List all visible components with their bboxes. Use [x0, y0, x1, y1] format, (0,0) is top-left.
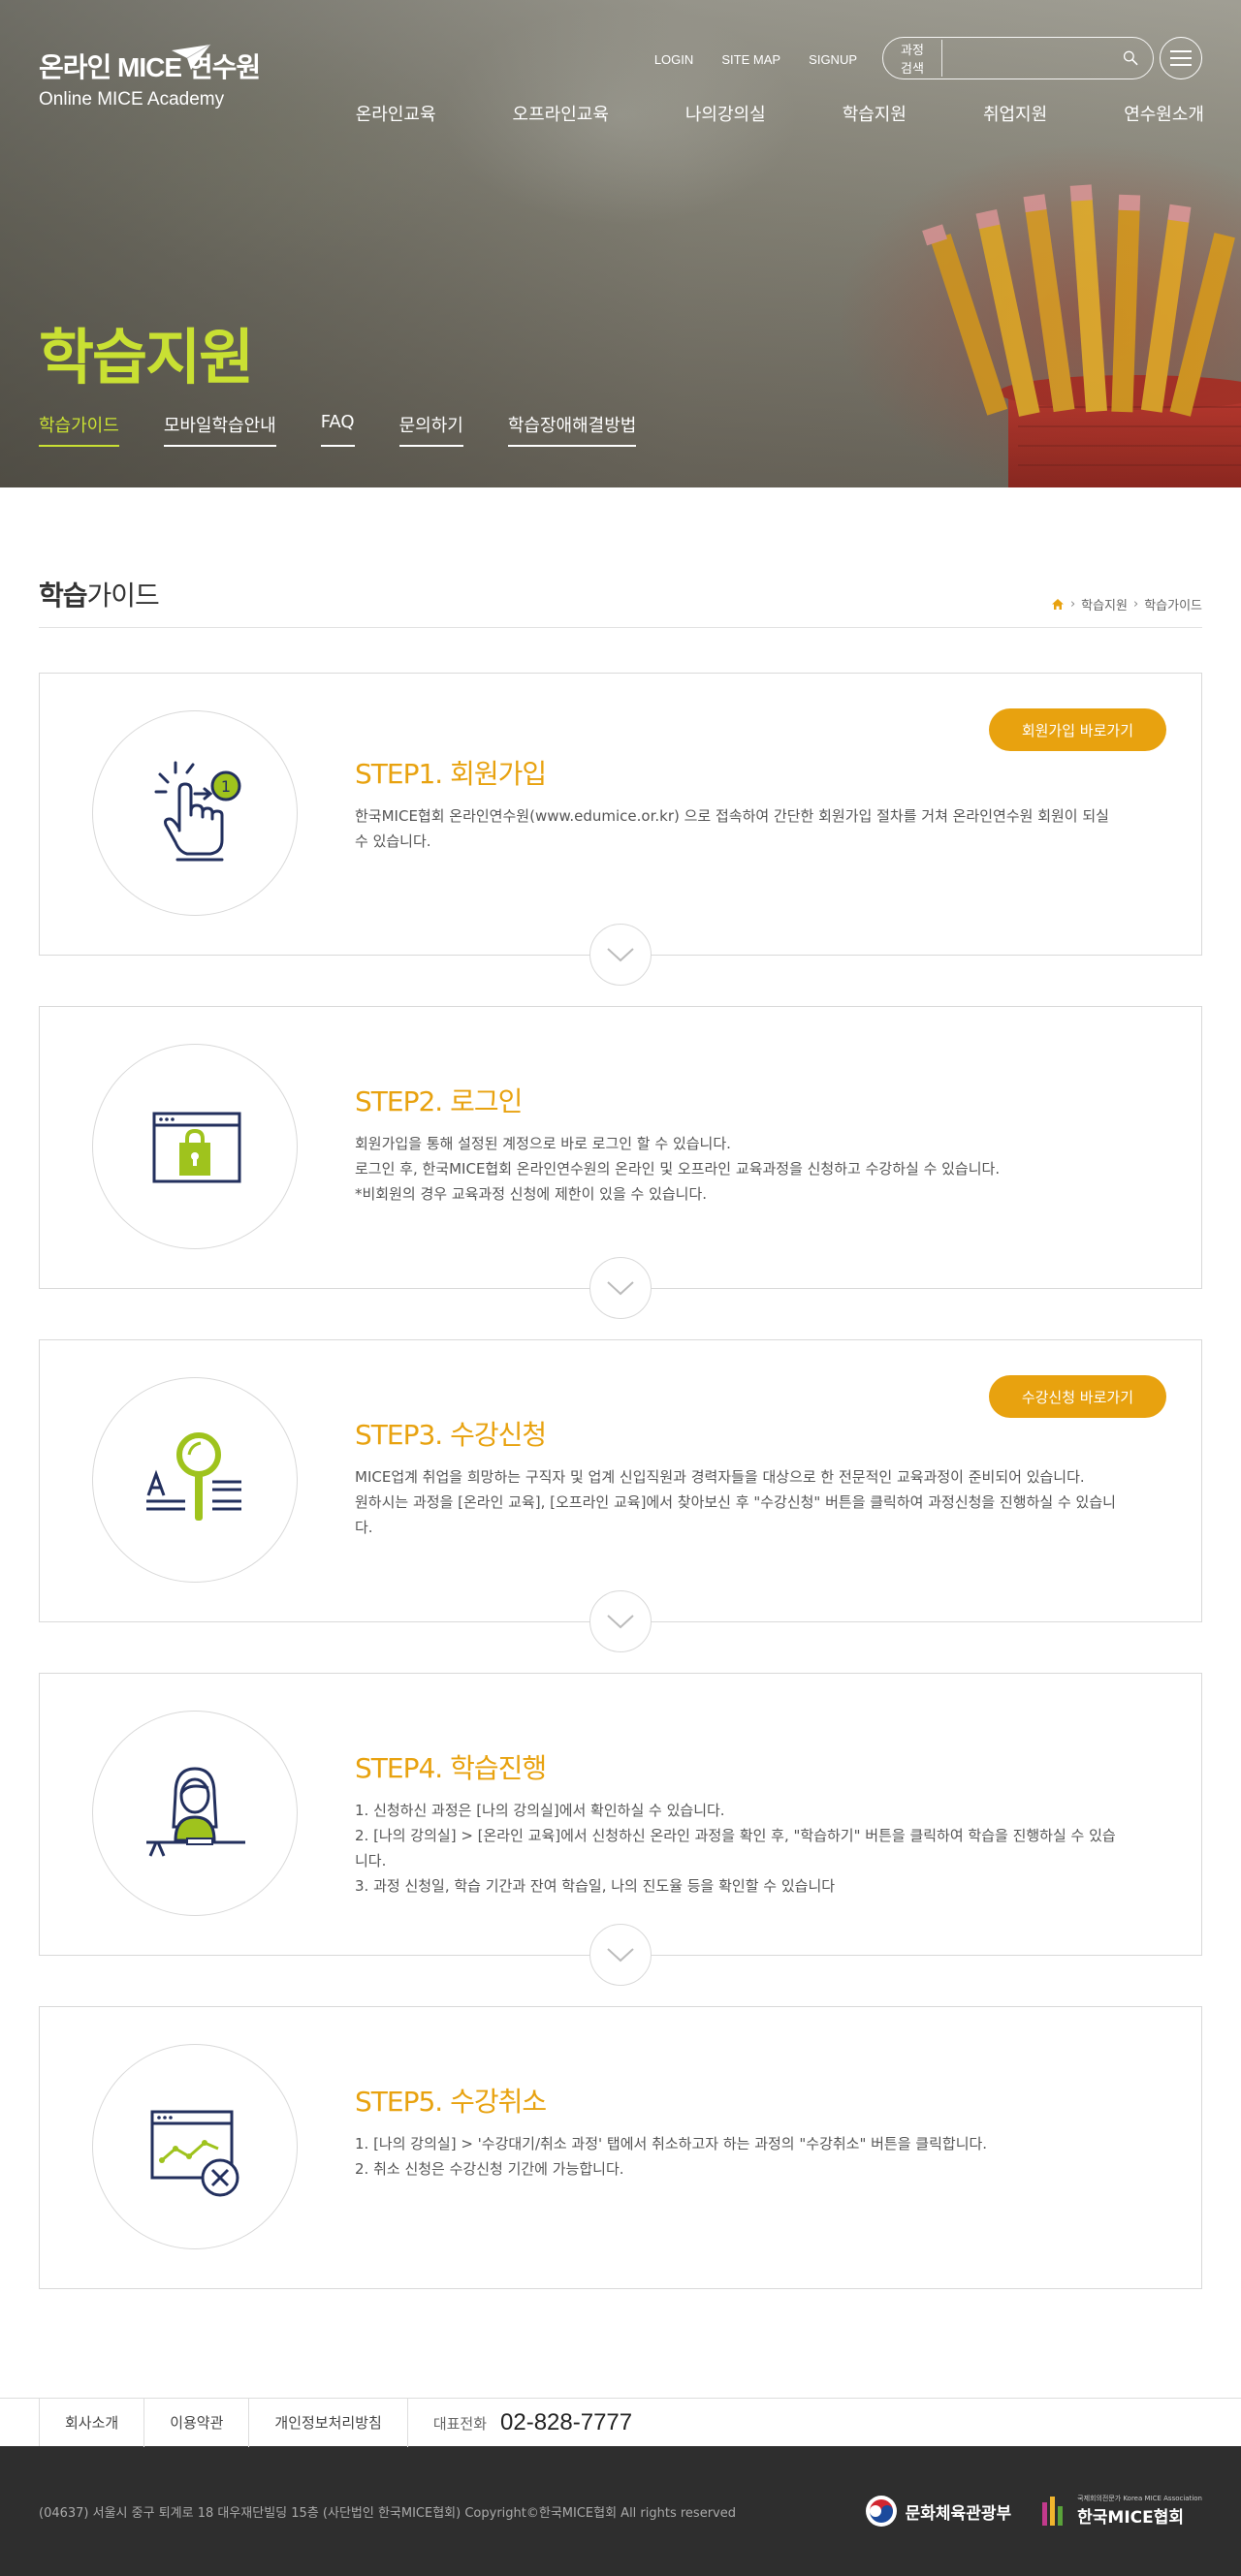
lock-window-icon: [152, 1112, 241, 1183]
chevron-down-icon: [589, 1257, 652, 1319]
step-title: STEP1. 회원가입: [355, 758, 547, 790]
step-title: STEP5. 수강취소: [355, 2086, 547, 2118]
breadcrumb-learning-support[interactable]: 학습지원: [1081, 595, 1128, 613]
touch-icon: 1: [154, 761, 241, 862]
sub-navigation-tabs: 학습가이드 모바일학습안내 FAQ 문의하기 학습장애해결방법: [39, 412, 681, 447]
step-card-3: 수강신청 바로가기 STEP3. 수강신청 MICE업계 취업을 희망하는 구직…: [39, 1339, 1202, 1652]
step-card-5: STEP5. 수강취소 1. [나의 강의실] > '수강대기/취소 과정' 탭…: [39, 2006, 1202, 2289]
step-title: STEP3. 수강신청: [355, 1419, 547, 1451]
taegeuk-icon: [865, 2496, 897, 2527]
footer-links-bar: 회사소개 이용약관 개인정보처리방침 대표전화 02-828-7777: [0, 2398, 1241, 2447]
step-title: STEP4. 학습진행: [355, 1752, 547, 1784]
course-search-input[interactable]: [942, 50, 1124, 66]
magnifier-text-icon: [146, 1432, 241, 1521]
phone-label: 대표전화: [432, 2414, 488, 2433]
tab-troubleshooting[interactable]: 학습장애해결방법: [507, 412, 637, 447]
step-text: STEP5. 수강취소 1. [나의 강의실] > '수강대기/취소 과정' 탭…: [355, 2081, 1124, 2182]
step-description: 1. [나의 강의실] > '수강대기/취소 과정' 탭에서 취소하고자 하는 …: [355, 2135, 988, 2178]
step-text: STEP3. 수강신청 MICE업계 취업을 희망하는 구직자 및 업계 신입직…: [355, 1414, 1124, 1540]
footer-link-terms[interactable]: 이용약관: [144, 2399, 250, 2447]
footer: (04637) 서울시 중구 퇴계로 18 대우재단빌딩 15층 (사단법인 한…: [0, 2446, 1241, 2576]
nav-about[interactable]: 연수원소개: [1124, 101, 1204, 126]
page-header: 학습가이드 › 학습지원 › 학습가이드: [39, 575, 1202, 628]
breadcrumb-separator-icon: ›: [1132, 597, 1139, 612]
step-description: 회원가입을 통해 설정된 계정으로 바로 로그인 할 수 있습니다. 로그인 후…: [355, 1135, 1001, 1203]
nav-learning-support[interactable]: 학습지원: [843, 101, 907, 126]
chevron-down-icon: [589, 924, 652, 986]
chevron-down-icon: [589, 1590, 652, 1652]
page-title: 학습가이드: [39, 580, 160, 612]
search-icon[interactable]: [1123, 46, 1139, 71]
ministry-logo: 문화체육관광부: [865, 2495, 1011, 2528]
step-icon-circle: [92, 1377, 298, 1583]
enroll-shortcut-button[interactable]: 수강신청 바로가기: [988, 1375, 1166, 1418]
course-search-label: 과정검색: [901, 40, 943, 77]
kma-logo-text: 한국MICE협회: [1077, 2508, 1185, 2528]
nav-job-support[interactable]: 취업지원: [983, 101, 1047, 126]
step-icon-circle: [92, 1711, 298, 1916]
hamburger-menu-icon[interactable]: [1160, 37, 1202, 79]
nav-offline-education[interactable]: 오프라인교육: [513, 101, 609, 126]
hero-banner: 온라인 MICE 연수원 Online MICE Academy LOGIN S…: [0, 0, 1241, 487]
tab-mobile-learning[interactable]: 모바일학습안내: [163, 412, 276, 447]
tab-learning-guide[interactable]: 학습가이드: [39, 412, 119, 447]
section-title: 학습지원: [39, 322, 254, 393]
step-description: MICE업계 취업을 희망하는 구직자 및 업계 신입직원과 경력자들을 대상으…: [355, 1468, 1116, 1536]
step-list: 1 회원가입 바로가기 STEP1. 회원가입 한국MICE협회 온라인연수원(…: [39, 673, 1202, 2289]
breadcrumb-current: 학습가이드: [1144, 599, 1202, 613]
window-cancel-icon: [150, 2110, 239, 2197]
main-navigation: 온라인교육 오프라인교육 나의강의실 학습지원 취업지원 연수원소개: [356, 101, 1204, 126]
phone-number: 02-828-7777: [500, 2409, 633, 2435]
step-description: 1. 신청하신 과정은 [나의 강의실]에서 확인하실 수 있습니다. 2. […: [355, 1802, 1116, 1895]
step-card-4: STEP4. 학습진행 1. 신청하신 과정은 [나의 강의실]에서 확인하실 …: [39, 1673, 1202, 1986]
partner-logos: 문화체육관광부 국제회의전문가 Korea MICE Association 한…: [865, 2495, 1202, 2528]
footer-address: (04637) 서울시 중구 퇴계로 18 대우재단빌딩 15층 (사단법인 한…: [39, 2505, 736, 2521]
top-utility-bar: LOGIN SITE MAP SIGNUP 과정검색: [654, 37, 1202, 79]
step-icon-circle: 1: [92, 710, 298, 916]
kma-logo: 국제회의전문가 Korea MICE Association 한국MICE협회: [1038, 2495, 1202, 2528]
ministry-logo-text: 문화체육관광부: [905, 2503, 1012, 2524]
signup-shortcut-button[interactable]: 회원가입 바로가기: [988, 708, 1166, 751]
step-text: STEP1. 회원가입 한국MICE협회 온라인연수원(www.edumice.…: [355, 753, 1124, 854]
step-description: 한국MICE협회 온라인연수원(www.edumice.or.kr) 으로 접속…: [355, 807, 1109, 850]
step-text: STEP4. 학습진행 1. 신청하신 과정은 [나의 강의실]에서 확인하실 …: [355, 1747, 1124, 1899]
step-icon-circle: [92, 2044, 298, 2249]
step-card-2: STEP2. 로그인 회원가입을 통해 설정된 계정으로 바로 로그인 할 수 …: [39, 1006, 1202, 1319]
kma-logo-subtitle: 국제회의전문가 Korea MICE Association: [1077, 2495, 1202, 2502]
nav-online-education[interactable]: 온라인교육: [356, 101, 436, 126]
paper-plane-icon: [172, 44, 211, 70]
site-logo[interactable]: 온라인 MICE 연수원 Online MICE Academy: [39, 44, 261, 110]
sitemap-link[interactable]: SITE MAP: [721, 52, 780, 67]
breadcrumb: › 학습지원 › 학습가이드: [1051, 595, 1202, 613]
step-icon-circle: [92, 1044, 298, 1249]
breadcrumb-separator-icon: ›: [1069, 597, 1076, 612]
login-link[interactable]: LOGIN: [654, 52, 693, 67]
step-title: STEP2. 로그인: [355, 1085, 523, 1117]
step-card-1: 1 회원가입 바로가기 STEP1. 회원가입 한국MICE협회 온라인연수원(…: [39, 673, 1202, 986]
logo-korean: 온라인 MICE 연수원: [39, 52, 261, 82]
student-desk-icon: [146, 1767, 245, 1857]
utility-links: LOGIN SITE MAP SIGNUP: [654, 49, 880, 68]
home-icon[interactable]: [1051, 598, 1065, 611]
footer-link-company[interactable]: 회사소개: [40, 2399, 145, 2447]
logo-english: Online MICE Academy: [39, 89, 225, 110]
chevron-down-icon: [589, 1924, 652, 1986]
footer-link-privacy[interactable]: 개인정보처리방침: [249, 2399, 408, 2447]
nav-my-classroom[interactable]: 나의강의실: [685, 101, 766, 126]
course-search: 과정검색: [882, 37, 1154, 79]
main-content: 학습가이드 › 학습지원 › 학습가이드 1 회원가입 바로가기 STEP1. …: [39, 487, 1202, 2289]
step-text: STEP2. 로그인 회원가입을 통해 설정된 계정으로 바로 로그인 할 수 …: [355, 1081, 1124, 1207]
tab-faq[interactable]: FAQ: [320, 412, 355, 447]
signup-link[interactable]: SIGNUP: [809, 52, 857, 67]
svg-text:1: 1: [221, 777, 231, 796]
tab-inquiry[interactable]: 문의하기: [398, 412, 463, 447]
kma-emblem-icon: [1042, 2497, 1064, 2526]
